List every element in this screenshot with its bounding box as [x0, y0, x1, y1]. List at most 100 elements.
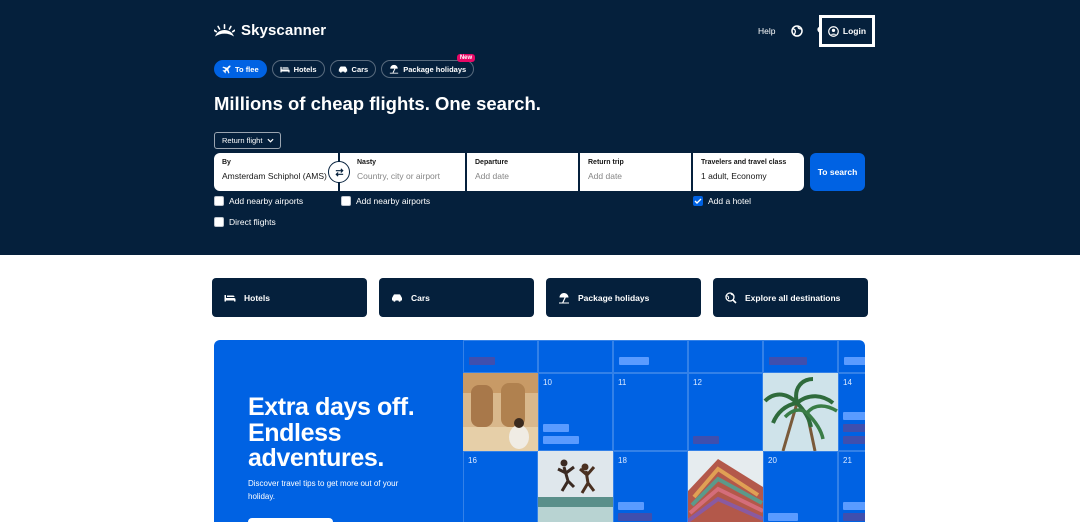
- car-icon: [392, 293, 402, 302]
- calendar-day: 12: [693, 378, 702, 387]
- promo-cta-button[interactable]: [248, 518, 333, 522]
- help-link[interactable]: Help: [758, 26, 775, 36]
- checkbox-box[interactable]: [214, 196, 224, 206]
- calendar-event-bar: [843, 513, 865, 521]
- promo-title: Extra days off. Endless adventures.: [248, 393, 415, 472]
- return-placeholder: Add date: [588, 171, 623, 181]
- brand-name: Skyscanner: [241, 22, 327, 39]
- checkbox-box[interactable]: [214, 217, 224, 227]
- quick-link-label: Hotels: [244, 292, 270, 303]
- calendar-event-bar: [844, 357, 865, 365]
- page-title: Millions of cheap flights. One search.: [214, 93, 541, 114]
- calendar-event-bar: [543, 436, 579, 444]
- globe-icon[interactable]: [789, 23, 805, 39]
- calendar-day: 20: [768, 456, 777, 465]
- globe-search-icon: [725, 291, 737, 304]
- origin-field[interactable]: By Amsterdam Schiphol (AMS): [214, 153, 338, 191]
- quick-link-label: Cars: [411, 292, 430, 303]
- bed-icon: [224, 295, 236, 302]
- return-field[interactable]: Return trip Add date: [580, 153, 691, 191]
- rainbow-mountain-photo: [688, 451, 763, 522]
- calendar-cell: [538, 340, 613, 373]
- swap-button[interactable]: [328, 161, 350, 183]
- destination-field[interactable]: Nasty Country, city or airport: [340, 153, 465, 191]
- calendar-day: 14: [843, 378, 852, 387]
- checkbox-label: Add nearby airports: [356, 196, 431, 206]
- promo-calendar: 10 11 12 14 16 18 20 21: [463, 340, 865, 522]
- product-tabs: To flee Hotels Cars Package holidays New: [214, 54, 476, 78]
- calendar-event-bar: [619, 357, 649, 365]
- departure-placeholder: Add date: [475, 171, 510, 181]
- calendar-event-bar: [618, 513, 652, 521]
- login-label: Login: [842, 26, 867, 36]
- calendar-event-bar: [618, 502, 644, 510]
- calendar-event-bar: [843, 502, 865, 510]
- plane-icon: [222, 65, 231, 74]
- quick-link-hotels[interactable]: Hotels: [212, 278, 367, 317]
- add-hotel-checkbox[interactable]: Add a hotel: [693, 196, 751, 206]
- tab-label: Cars: [351, 64, 369, 74]
- checkbox-label: Add nearby airports: [229, 196, 304, 206]
- search-button[interactable]: To search: [810, 153, 865, 191]
- departure-field[interactable]: Departure Add date: [467, 153, 578, 191]
- calendar-day: 18: [618, 456, 627, 465]
- promo-subtitle: Discover travel tips to get more out of …: [248, 479, 399, 501]
- user-icon: [828, 25, 839, 37]
- calendar-day: 11: [618, 378, 627, 387]
- destination-placeholder: Country, city or airport: [357, 171, 440, 181]
- tab-label: To flee: [235, 64, 259, 74]
- trip-type-label: Return flight: [222, 136, 263, 145]
- calendar-event-bar: [469, 357, 495, 365]
- calendar-event-bar: [768, 513, 798, 521]
- trip-type-select[interactable]: Return flight: [214, 132, 281, 149]
- sunrise-logo-icon: [214, 23, 235, 36]
- travelers-value: 1 adult, Economy: [701, 171, 767, 181]
- promo-title-line: Endless: [248, 418, 342, 447]
- palm-trees-photo: [763, 373, 838, 451]
- promo-title-line: Extra days off.: [248, 393, 415, 421]
- destination-label: Nasty: [357, 159, 377, 166]
- tab-flights[interactable]: To flee: [214, 60, 267, 78]
- promo-banner: Extra days off. Endless adventures. Disc…: [214, 340, 865, 522]
- new-badge: New: [456, 54, 476, 62]
- quick-link-label: Explore all destinations: [745, 292, 841, 303]
- calendar-event-bar: [769, 357, 807, 365]
- quick-link-label: Package holidays: [578, 292, 650, 303]
- checkbox-label: Direct flights: [229, 217, 276, 227]
- tab-hotels[interactable]: Hotels: [271, 60, 325, 78]
- beach-icon: [390, 64, 399, 74]
- departure-label: Departure: [475, 159, 509, 166]
- checkbox-box[interactable]: [693, 196, 703, 206]
- travelers-label: Travelers and travel class: [701, 159, 787, 166]
- calendar-event-bar: [843, 436, 865, 444]
- skyscanner-logo[interactable]: Skyscanner: [214, 22, 326, 39]
- beach-icon: [559, 292, 569, 303]
- tab-package-holidays[interactable]: Package holidays New: [381, 54, 476, 78]
- promo-title-line: adventures.: [248, 444, 384, 472]
- calendar-event-bar: [843, 424, 865, 432]
- origin-value: Amsterdam Schiphol (AMS): [222, 171, 327, 181]
- direct-flights-checkbox[interactable]: Direct flights: [214, 217, 276, 227]
- quick-link-explore[interactable]: Explore all destinations: [713, 278, 868, 317]
- tab-cars[interactable]: Cars: [329, 60, 377, 78]
- car-icon: [338, 66, 347, 73]
- login-button[interactable]: Login: [822, 18, 872, 44]
- calendar-day: 21: [843, 456, 852, 465]
- quick-link-cars[interactable]: Cars: [379, 278, 534, 317]
- hero-section: Skyscanner Help Login To flee Hotels Car…: [0, 0, 1080, 255]
- calendar-event-bar: [693, 436, 719, 444]
- return-label: Return trip: [588, 159, 624, 166]
- travelers-field[interactable]: Travelers and travel class 1 adult, Econ…: [693, 153, 804, 191]
- check-icon: [694, 198, 702, 204]
- calendar-event-bar: [543, 424, 569, 432]
- tab-label: Hotels: [293, 64, 317, 74]
- origin-label: By: [222, 159, 231, 166]
- temple-photo: [463, 373, 538, 451]
- chevron-down-icon: [267, 138, 274, 143]
- checkbox-box[interactable]: [341, 196, 351, 206]
- flight-search-form: By Amsterdam Schiphol (AMS) Nasty Countr…: [214, 153, 804, 191]
- nearby-origin-checkbox[interactable]: Add nearby airports: [214, 196, 303, 206]
- quick-link-package-holidays[interactable]: Package holidays: [546, 278, 701, 317]
- nearby-destination-checkbox[interactable]: Add nearby airports: [341, 196, 430, 206]
- tab-label: Package holidays: [403, 64, 467, 74]
